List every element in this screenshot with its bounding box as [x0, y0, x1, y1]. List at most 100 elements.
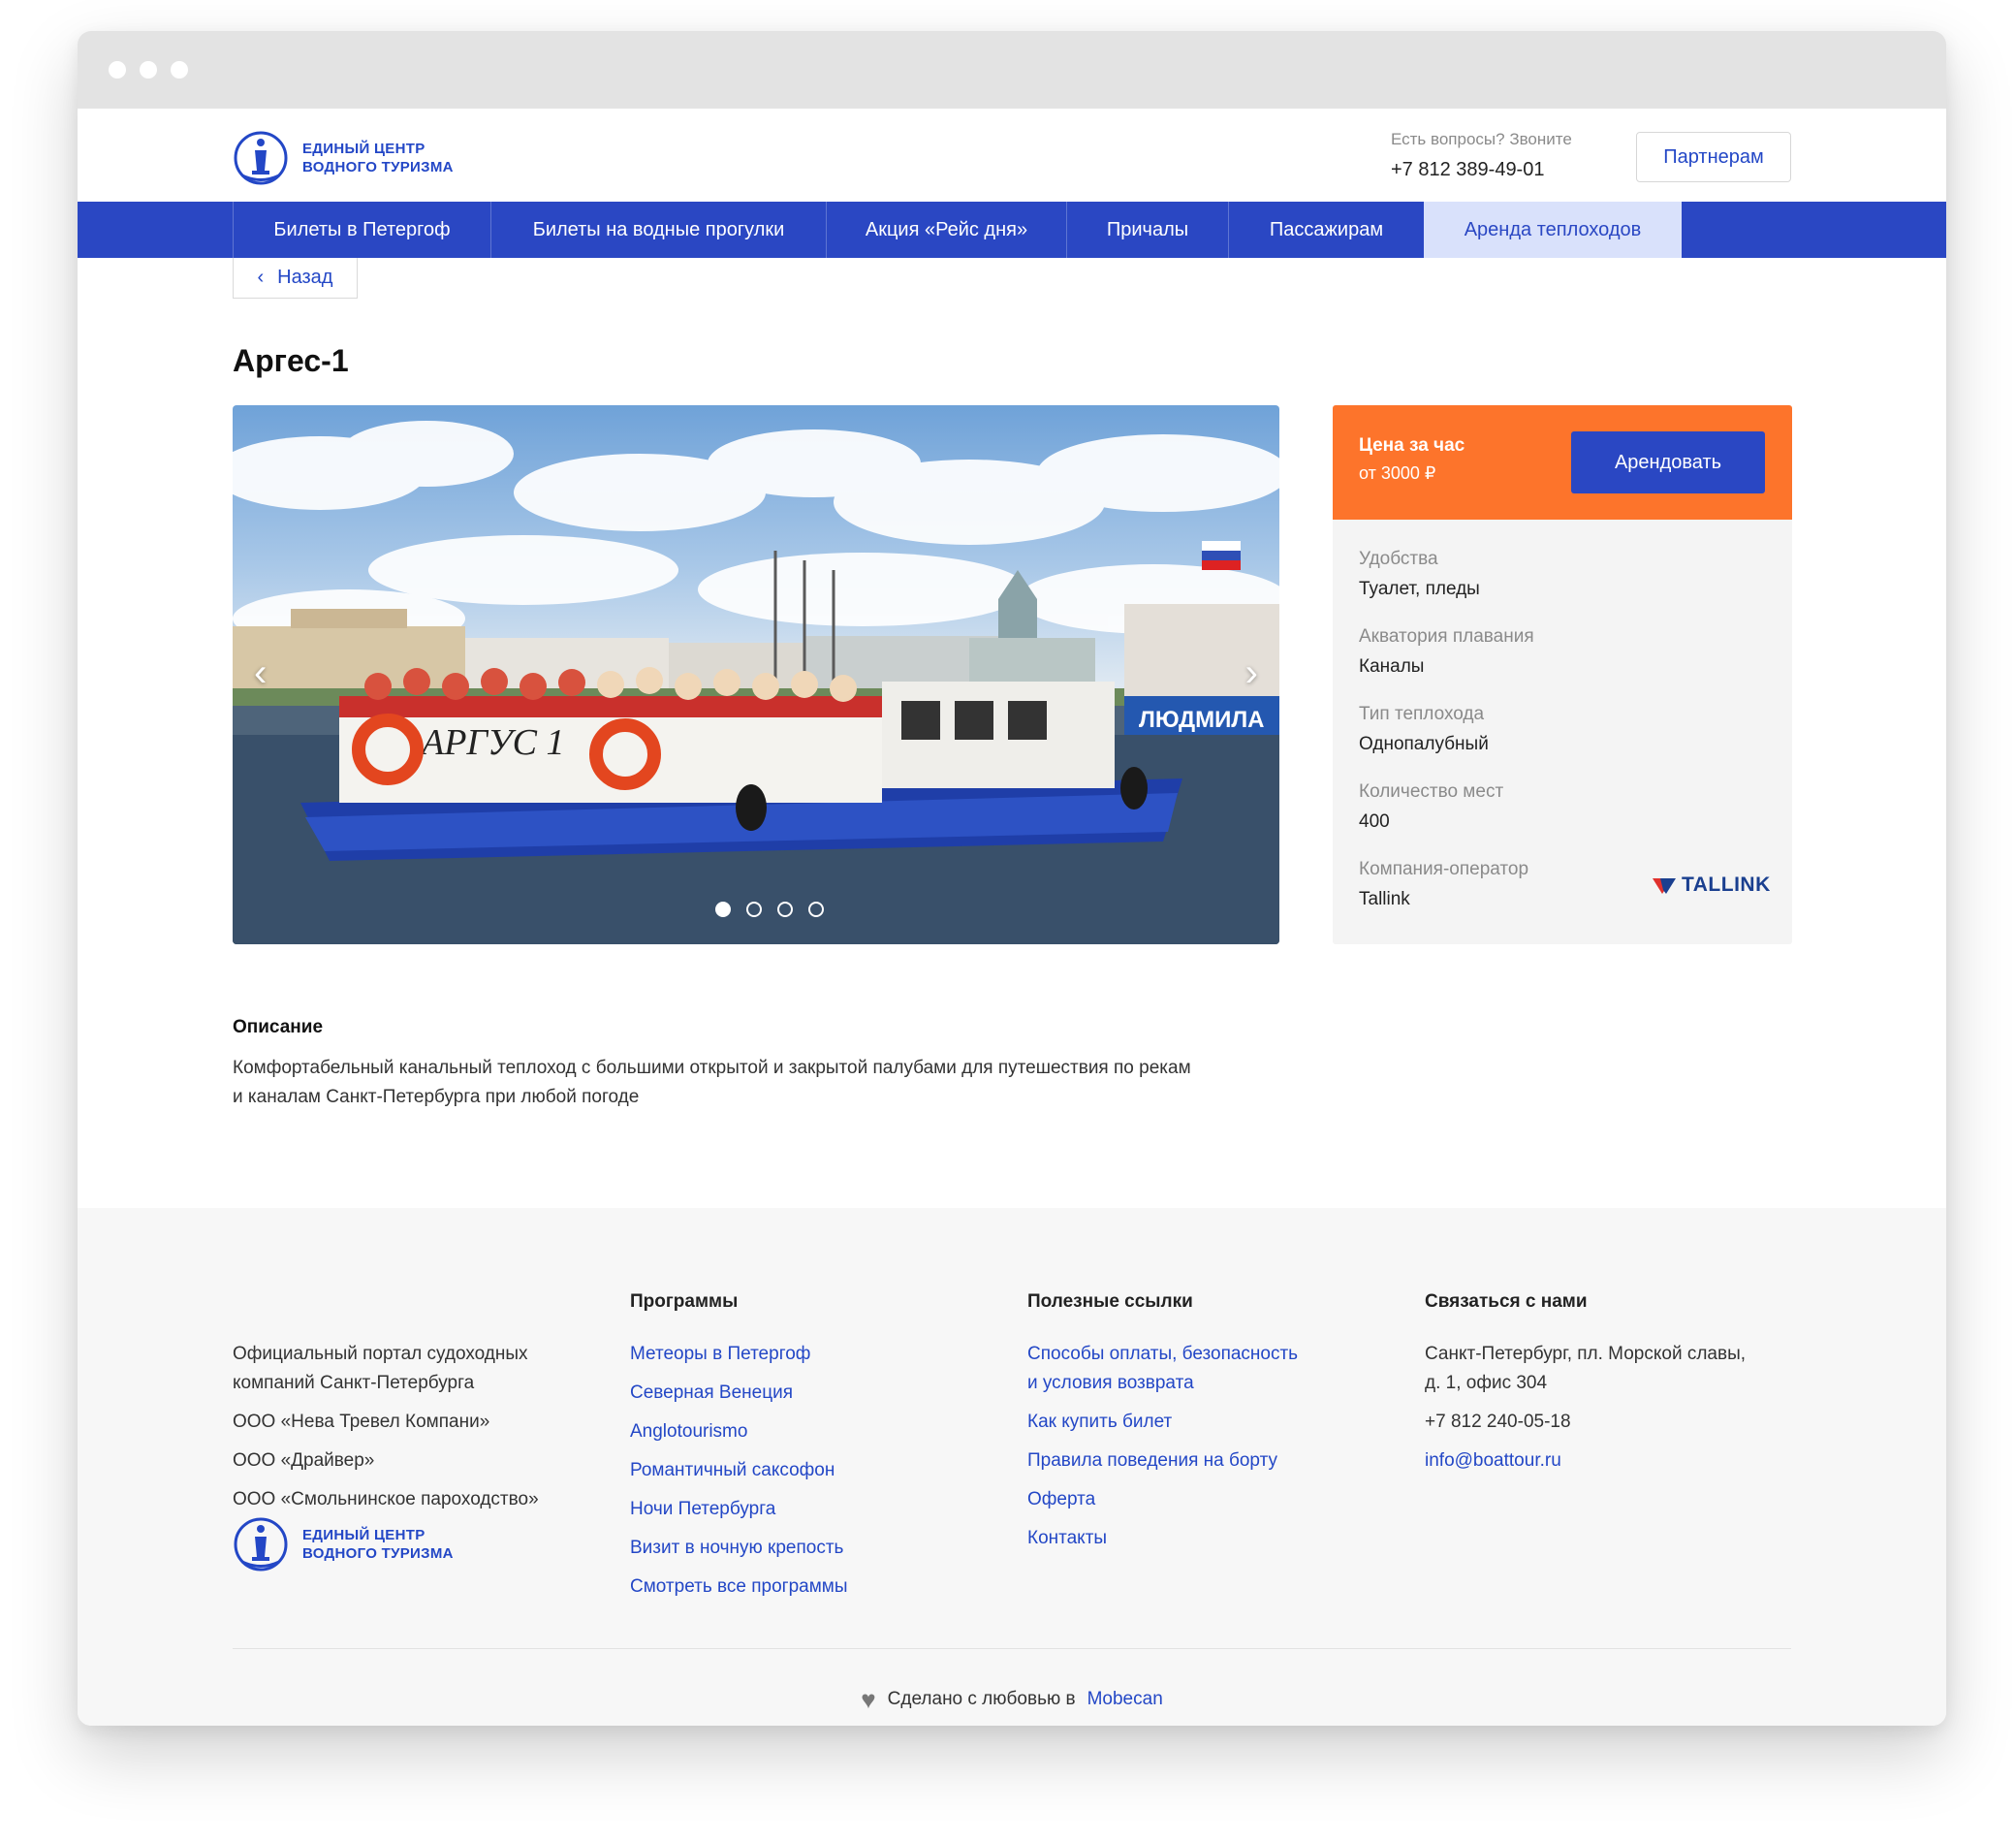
logo-text: ЕДИНЫЙ ЦЕНТР ВОДНОГО ТУРИЗМА: [302, 140, 454, 176]
footer-program-link[interactable]: Романтичный саксофон: [630, 1456, 835, 1485]
main-boat: АРГУС 1: [300, 667, 1182, 861]
logo-line-2: ВОДНОГО ТУРИЗМА: [302, 159, 454, 175]
tallink-logo-text: TALLINK: [1682, 873, 1771, 896]
footer-program-link[interactable]: Метеоры в Петергоф: [630, 1340, 810, 1369]
spec-value: Tallink: [1359, 889, 1410, 909]
main-boat-name: АРГУС 1: [419, 722, 564, 763]
photo-gallery[interactable]: ЛЮДМИЛА АРГУС 1 ‹ ›: [233, 405, 1279, 944]
gallery-next-arrow-icon[interactable]: ›: [1245, 653, 1258, 692]
gallery-dot-3[interactable]: [777, 902, 793, 917]
page-title: Аргес-1: [233, 343, 349, 378]
spec-label: Удобства: [1359, 549, 1438, 569]
mobecan-link[interactable]: Mobecan: [1087, 1689, 1163, 1710]
browser-window: ЕДИНЫЙ ЦЕНТР ВОДНОГО ТУРИЗМА Есть вопрос…: [78, 31, 1946, 1726]
spec-seats: Количество мест 400: [1359, 781, 1503, 833]
window-minimize-dot[interactable]: [140, 61, 157, 79]
footer-logo-text: ЕДИНЫЙ ЦЕНТР ВОДНОГО ТУРИЗМА: [302, 1526, 454, 1563]
spec-water-area: Акватория плавания Каналы: [1359, 626, 1534, 678]
footer-useful-link[interactable]: Как купить билет: [1027, 1408, 1172, 1437]
chevron-left-icon: ‹: [257, 267, 265, 288]
footer-program-link[interactable]: Ночи Петербурга: [630, 1495, 775, 1524]
footer-divider: [233, 1648, 1791, 1649]
window-close-dot[interactable]: [109, 61, 126, 79]
footer-useful-link[interactable]: Контакты: [1027, 1524, 1107, 1553]
description-title: Описание: [233, 1017, 324, 1037]
footer-all-programs-link[interactable]: Смотреть все программы: [630, 1572, 848, 1602]
footer-phone[interactable]: +7 812 240-05-18: [1425, 1408, 1571, 1437]
made-with-love: ♥ Сделано с любовью в Mobecan: [78, 1687, 1946, 1712]
gallery-dot-4[interactable]: [808, 902, 824, 917]
spec-operator: Компания-оператор Tallink: [1359, 859, 1528, 910]
logo-line-1: ЕДИНЫЙ ЦЕНТР: [302, 1527, 425, 1543]
description-line-2: и каналам Санкт-Петербурга при любой пог…: [233, 1087, 640, 1107]
footer-payment-link-line-1: Способы оплаты, безопасность: [1027, 1344, 1299, 1364]
lighthouse-logo-icon: [234, 131, 288, 185]
operator-logo: TALLINK: [1653, 873, 1771, 897]
back-button[interactable]: ‹ Назад: [233, 258, 358, 299]
footer-email-link[interactable]: info@boattour.ru: [1425, 1446, 1561, 1476]
nav-item-water-tours[interactable]: Билеты на водные прогулки: [490, 202, 826, 258]
gallery-dot-1[interactable]: [715, 902, 731, 917]
description-text: Комфортабельный канальный теплоход с бол…: [233, 1054, 1279, 1112]
tallink-logo-icon: [1653, 878, 1676, 894]
footer-payment-link[interactable]: Способы оплаты, безопасность и условия в…: [1027, 1340, 1298, 1398]
nav-item-passengers[interactable]: Пассажирам: [1228, 202, 1424, 258]
footer-about-line-2: компаний Санкт-Петербурга: [233, 1373, 475, 1393]
footer-about-line-1: Официальный портал судоходных: [233, 1344, 528, 1364]
nav-item-trip-of-day[interactable]: Акция «Рейс дня»: [826, 202, 1066, 258]
price-label: Цена за час: [1359, 435, 1465, 456]
nav-item-boat-rental[interactable]: Аренда теплоходов: [1424, 202, 1682, 258]
site-header: ЕДИНЫЙ ЦЕНТР ВОДНОГО ТУРИЗМА Есть вопрос…: [78, 109, 1946, 202]
footer-company-1: ООО «Нева Тревел Компани»: [233, 1412, 490, 1432]
logo-line-2: ВОДНОГО ТУРИЗМА: [302, 1545, 454, 1562]
spec-label: Компания-оператор: [1359, 859, 1529, 879]
contacts-label: Есть вопросы? Звоните: [1391, 130, 1572, 148]
nav-item-peterhof-tickets[interactable]: Билеты в Петергоф: [233, 202, 490, 258]
header-contacts: Есть вопросы? Звоните +7 812 389-49-01: [1391, 130, 1572, 181]
spec-value: Туалет, пледы: [1359, 579, 1480, 599]
footer-logo[interactable]: ЕДИНЫЙ ЦЕНТР ВОДНОГО ТУРИЗМА: [233, 1516, 454, 1572]
site-logo[interactable]: ЕДИНЫЙ ЦЕНТР ВОДНОГО ТУРИЗМА: [233, 130, 454, 186]
spec-label: Акватория плавания: [1359, 626, 1534, 647]
footer-program-link[interactable]: Anglotourismo: [630, 1417, 747, 1446]
footer-useful-title: Полезные ссылки: [1027, 1291, 1193, 1312]
made-text: Сделано с любовью в: [887, 1689, 1076, 1709]
footer-address-line-2: д. 1, офис 304: [1425, 1373, 1548, 1393]
lighthouse-logo-icon: [234, 1517, 288, 1572]
window-maximize-dot[interactable]: [171, 61, 188, 79]
gallery-dot-2[interactable]: [746, 902, 762, 917]
description-line-1: Комфортабельный канальный теплоход с бол…: [233, 1058, 1191, 1078]
footer-contact-title: Связаться с нами: [1425, 1291, 1588, 1312]
main-nav: Билеты в Петергоф Билеты на водные прогу…: [78, 202, 1946, 258]
footer-program-link[interactable]: Визит в ночную крепость: [630, 1534, 843, 1563]
logo-line-1: ЕДИНЫЙ ЦЕНТР: [302, 141, 425, 157]
spec-boat-type: Тип теплохода Однопалубный: [1359, 704, 1489, 755]
back-label: Назад: [277, 267, 333, 288]
spec-value: Каналы: [1359, 656, 1425, 677]
footer-address-line-1: Санкт-Петербург, пл. Морской славы,: [1425, 1344, 1747, 1364]
gallery-pagination: [715, 902, 824, 917]
footer-programs-title: Программы: [630, 1291, 739, 1312]
spec-label: Тип теплохода: [1359, 704, 1485, 724]
second-boat-name: ЛЮДМИЛА: [1139, 707, 1265, 733]
spec-label: Количество мест: [1359, 781, 1504, 802]
footer-useful-link[interactable]: Правила поведения на борту: [1027, 1446, 1277, 1476]
partners-button[interactable]: Партнерам: [1636, 132, 1791, 182]
spec-value: Однопалубный: [1359, 734, 1489, 754]
footer-company-2: ООО «Драйвер»: [233, 1450, 375, 1471]
site-footer: Официальный портал судоходных компаний С…: [78, 1208, 1946, 1726]
window-titlebar: [78, 31, 1946, 109]
footer-useful-link[interactable]: Оферта: [1027, 1485, 1095, 1514]
footer-program-link[interactable]: Северная Венеция: [630, 1379, 793, 1408]
rental-info-card: Цена за час от 3000 ₽ Арендовать Удобств…: [1333, 405, 1792, 944]
spec-value: 400: [1359, 811, 1390, 832]
price-value: от 3000 ₽: [1359, 463, 1436, 483]
footer-company-3: ООО «Смольнинское пароходство»: [233, 1489, 539, 1509]
boat-photo: ЛЮДМИЛА АРГУС 1: [233, 421, 1279, 944]
gallery-prev-arrow-icon[interactable]: ‹: [254, 653, 267, 692]
header-phone[interactable]: +7 812 389-49-01: [1391, 159, 1572, 181]
rent-button[interactable]: Арендовать: [1571, 431, 1765, 493]
nav-item-piers[interactable]: Причалы: [1066, 202, 1228, 258]
footer-payment-link-line-2: и условия возврата: [1027, 1373, 1194, 1393]
price-panel: Цена за час от 3000 ₽ Арендовать: [1333, 405, 1792, 520]
